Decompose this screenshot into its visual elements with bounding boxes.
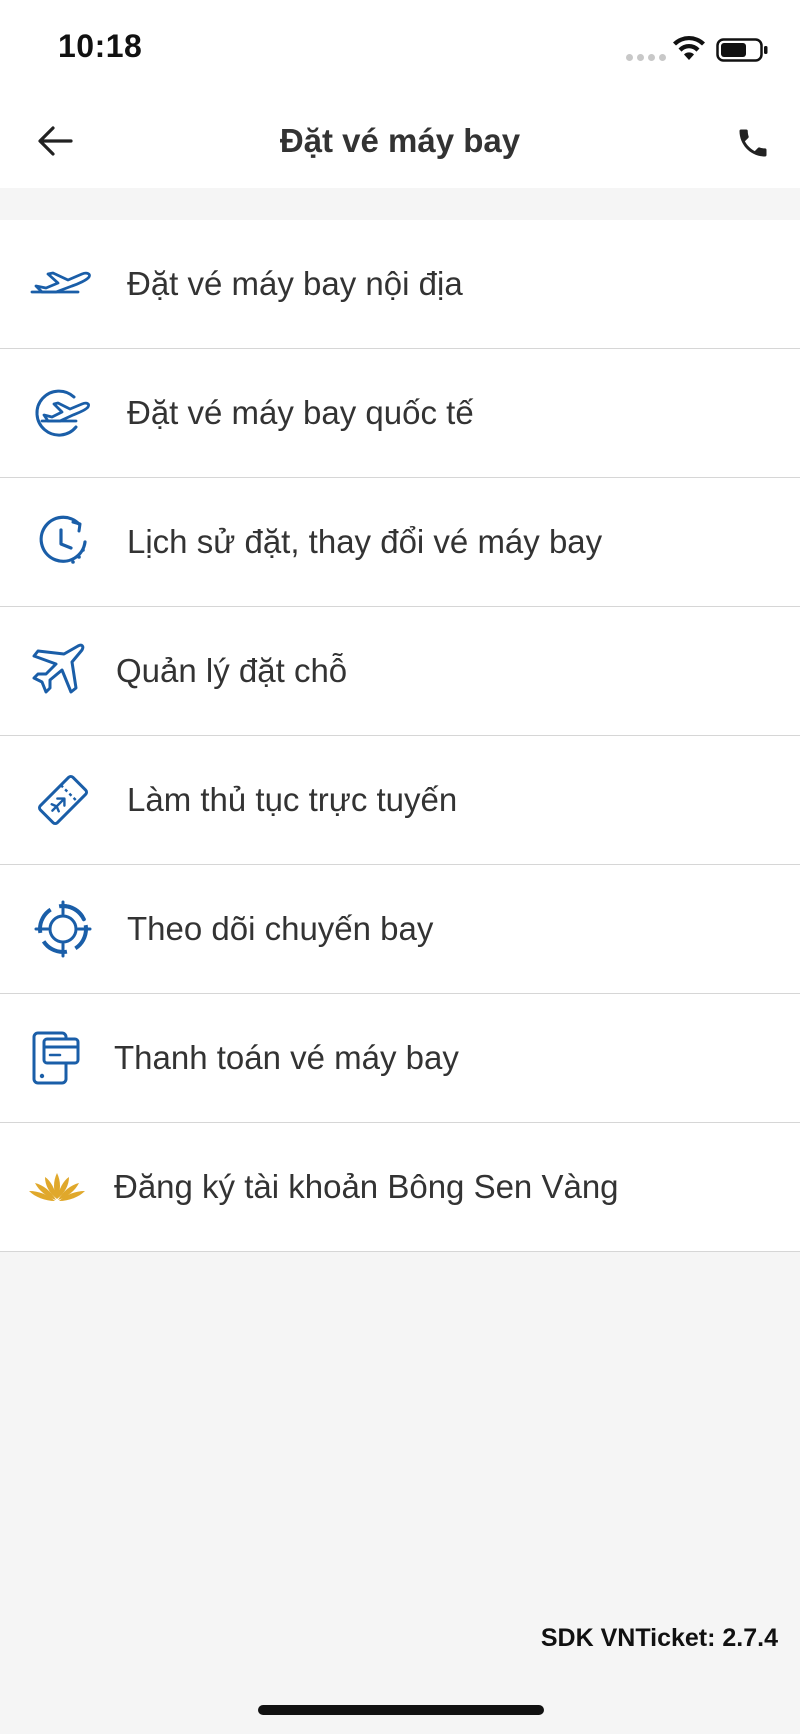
globe-airplane-icon	[28, 380, 94, 446]
cellular-signal-icon	[626, 54, 666, 61]
menu-item-label: Lịch sử đặt, thay đổi vé máy bay	[127, 523, 603, 560]
home-indicator[interactable]	[258, 1705, 544, 1715]
airplane-takeoff-icon	[28, 251, 94, 317]
menu-list: Đặt vé máy bay nội địa Đặt vé máy bay qu…	[0, 220, 800, 1252]
sdk-version-label: SDK VNTicket: 2.7.4	[540, 1624, 778, 1652]
menu-item-domestic-flights[interactable]: Đặt vé máy bay nội địa	[0, 220, 800, 349]
page-title: Đặt vé máy bay	[279, 122, 521, 159]
menu-item-flight-tracking[interactable]: Theo dõi chuyến bay	[0, 865, 800, 994]
call-button[interactable]	[728, 118, 778, 168]
menu-item-label: Đăng ký tài khoản Bông Sen Vàng	[114, 1168, 619, 1205]
wifi-icon	[673, 36, 705, 60]
menu-item-label: Theo dõi chuyến bay	[127, 910, 434, 947]
phone-icon	[739, 129, 767, 157]
menu-item-label: Làm thủ tục trực tuyến	[127, 781, 458, 818]
menu-item-manage-booking[interactable]: Quản lý đặt chỗ	[0, 607, 800, 736]
menu-item-label: Quản lý đặt chỗ	[116, 652, 348, 689]
boarding-pass-icon	[30, 767, 96, 833]
menu-item-label: Đặt vé máy bay quốc tế	[127, 394, 474, 431]
airplane-icon	[24, 638, 90, 704]
menu-item-label: Đặt vé máy bay nội địa	[127, 265, 463, 302]
menu-item-label: Thanh toán vé máy bay	[114, 1039, 459, 1076]
menu-item-lotusmiles-signup[interactable]: Đăng ký tài khoản Bông Sen Vàng	[0, 1123, 800, 1252]
battery-icon	[716, 38, 768, 62]
status-bar: 10:18	[0, 0, 800, 96]
payment-card-phone-icon	[24, 1025, 90, 1091]
menu-item-booking-history[interactable]: Lịch sử đặt, thay đổi vé máy bay	[0, 478, 800, 607]
clock-history-icon	[30, 509, 96, 575]
menu-item-international-flights[interactable]: Đặt vé máy bay quốc tế	[0, 349, 800, 478]
nav-header: Đặt vé máy bay	[0, 96, 800, 188]
menu-item-online-checkin[interactable]: Làm thủ tục trực tuyến	[0, 736, 800, 865]
menu-item-ticket-payment[interactable]: Thanh toán vé máy bay	[0, 994, 800, 1123]
golden-lotus-icon	[24, 1154, 90, 1220]
target-tracking-icon	[30, 896, 96, 962]
status-time: 10:18	[58, 28, 143, 64]
